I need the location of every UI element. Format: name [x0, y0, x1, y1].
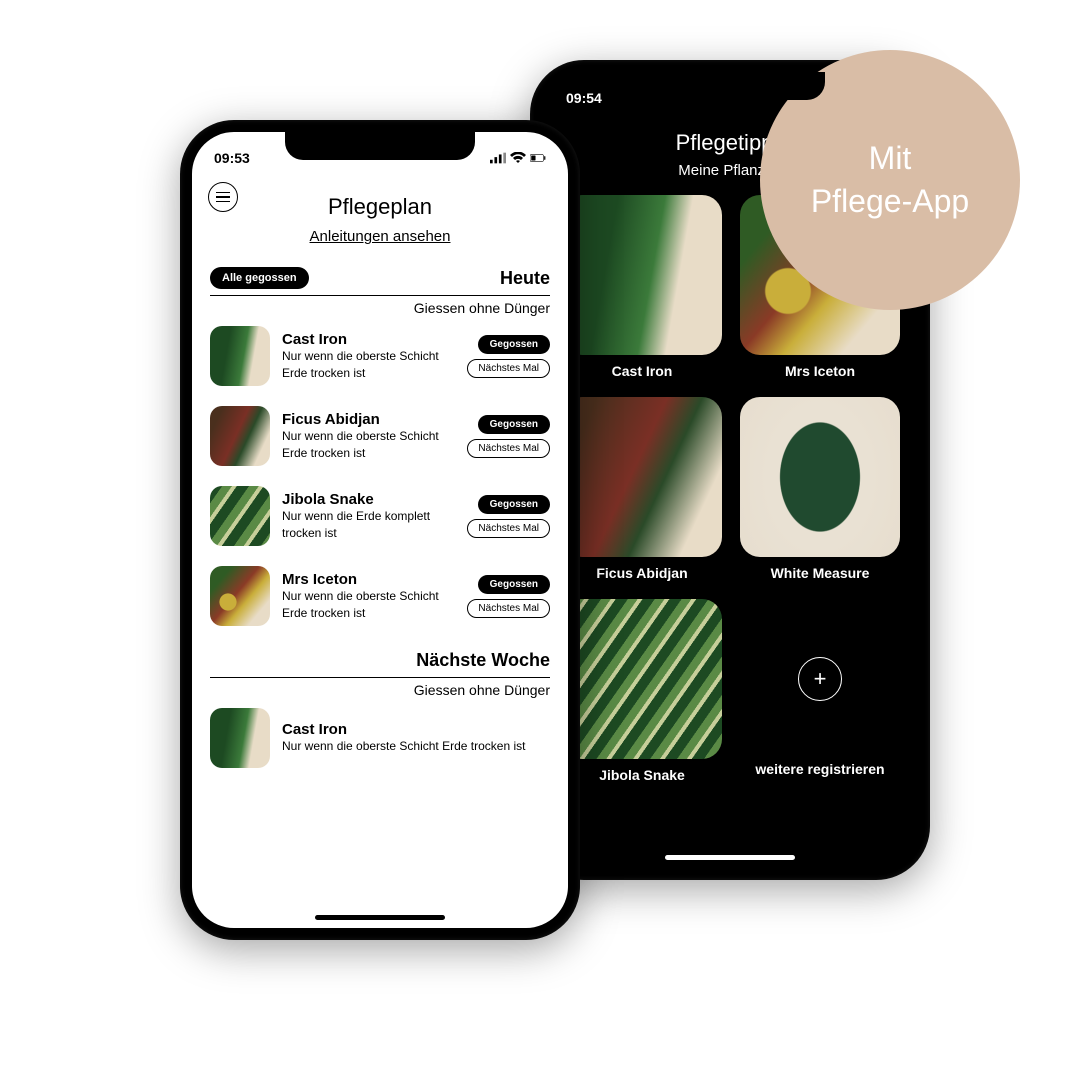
plant-thumb — [210, 486, 270, 546]
plant-name: Jibola Snake — [282, 491, 455, 508]
next-time-button[interactable]: Nächstes Mal — [467, 359, 550, 378]
section-subtitle: Giessen ohne Dünger — [210, 300, 550, 316]
divider — [210, 677, 550, 678]
watered-button[interactable]: Gegossen — [478, 575, 550, 594]
section-next-week: Nächste Woche Giessen ohne Dünger — [192, 650, 568, 698]
home-indicator[interactable] — [315, 915, 445, 920]
status-indicators — [490, 152, 546, 164]
plant-card-register-more[interactable]: + weitere registrieren — [740, 599, 900, 783]
battery-icon — [530, 152, 546, 164]
next-time-button[interactable]: Nächstes Mal — [467, 599, 550, 618]
watered-button[interactable]: Gegossen — [478, 335, 550, 354]
wifi-icon — [510, 152, 526, 164]
status-time: 09:53 — [214, 150, 250, 166]
plant-desc: Nur wenn die oberste Schicht Erde trocke… — [282, 588, 455, 620]
section-today: Alle gegossen Heute Giessen ohne Dünger — [192, 267, 568, 316]
plant-thumb — [740, 397, 900, 557]
instructions-link[interactable]: Anleitungen ansehen — [192, 228, 568, 245]
plant-desc: Nur wenn die Erde komplett trocken ist — [282, 508, 455, 540]
plant-label: Cast Iron — [562, 363, 722, 379]
plant-thumb — [210, 708, 270, 768]
watered-button[interactable]: Gegossen — [478, 495, 550, 514]
plant-row-ficus-abidjan: Ficus Abidjan Nur wenn die oberste Schic… — [192, 396, 568, 476]
plant-label: White Measure — [740, 565, 900, 581]
plant-thumb — [562, 599, 722, 759]
section-title: Nächste Woche — [416, 650, 550, 671]
menu-button[interactable] — [208, 182, 238, 212]
next-time-button[interactable]: Nächstes Mal — [467, 519, 550, 538]
plant-label: Ficus Abidjan — [562, 565, 722, 581]
plant-label: Mrs Iceton — [740, 363, 900, 379]
plant-label: weitere registrieren — [740, 761, 900, 777]
plant-desc: Nur wenn die oberste Schicht Erde trocke… — [282, 738, 550, 754]
home-indicator[interactable] — [665, 855, 795, 860]
plant-card-white-measure[interactable]: White Measure — [740, 397, 900, 581]
section-subtitle: Giessen ohne Dünger — [210, 682, 550, 698]
watered-button[interactable]: Gegossen — [478, 415, 550, 434]
plant-name: Cast Iron — [282, 331, 455, 348]
plant-thumb — [562, 397, 722, 557]
divider — [210, 295, 550, 296]
plant-thumb — [210, 326, 270, 386]
plant-row-jibola-snake: Jibola Snake Nur wenn die Erde komplett … — [192, 476, 568, 556]
badge-line1: Mit — [869, 140, 912, 176]
plant-card-ficus-abidjan[interactable]: Ficus Abidjan — [562, 397, 722, 581]
phone-plan: 09:53 Pflegeplan Anleitungen ansehen All… — [180, 120, 580, 940]
signal-icon — [490, 152, 506, 164]
section-title: Heute — [500, 268, 550, 289]
plant-row-cast-iron: Cast Iron Nur wenn die oberste Schicht E… — [192, 316, 568, 396]
screen-title: Pflegeplan — [192, 194, 568, 220]
plant-thumb — [210, 406, 270, 466]
phone-notch — [635, 72, 825, 100]
plant-card-cast-iron[interactable]: Cast Iron — [562, 195, 722, 379]
status-time: 09:54 — [566, 90, 602, 106]
all-watered-button[interactable]: Alle gegossen — [210, 267, 309, 289]
plant-row-cast-iron-next: Cast Iron Nur wenn die oberste Schicht E… — [192, 698, 568, 778]
plant-name: Ficus Abidjan — [282, 411, 455, 428]
plant-name: Cast Iron — [282, 721, 550, 738]
plant-desc: Nur wenn die oberste Schicht Erde trocke… — [282, 348, 455, 380]
phone-notch — [285, 132, 475, 160]
plant-desc: Nur wenn die oberste Schicht Erde trocke… — [282, 428, 455, 460]
plant-thumb — [562, 195, 722, 355]
next-time-button[interactable]: Nächstes Mal — [467, 439, 550, 458]
plant-row-mrs-iceton: Mrs Iceton Nur wenn die oberste Schicht … — [192, 556, 568, 636]
plant-card-jibola-snake[interactable]: Jibola Snake — [562, 599, 722, 783]
add-icon: + — [798, 657, 842, 701]
badge-line2: Pflege-App — [811, 183, 969, 219]
plant-label: Jibola Snake — [562, 767, 722, 783]
plant-name: Mrs Iceton — [282, 571, 455, 588]
plant-thumb — [210, 566, 270, 626]
